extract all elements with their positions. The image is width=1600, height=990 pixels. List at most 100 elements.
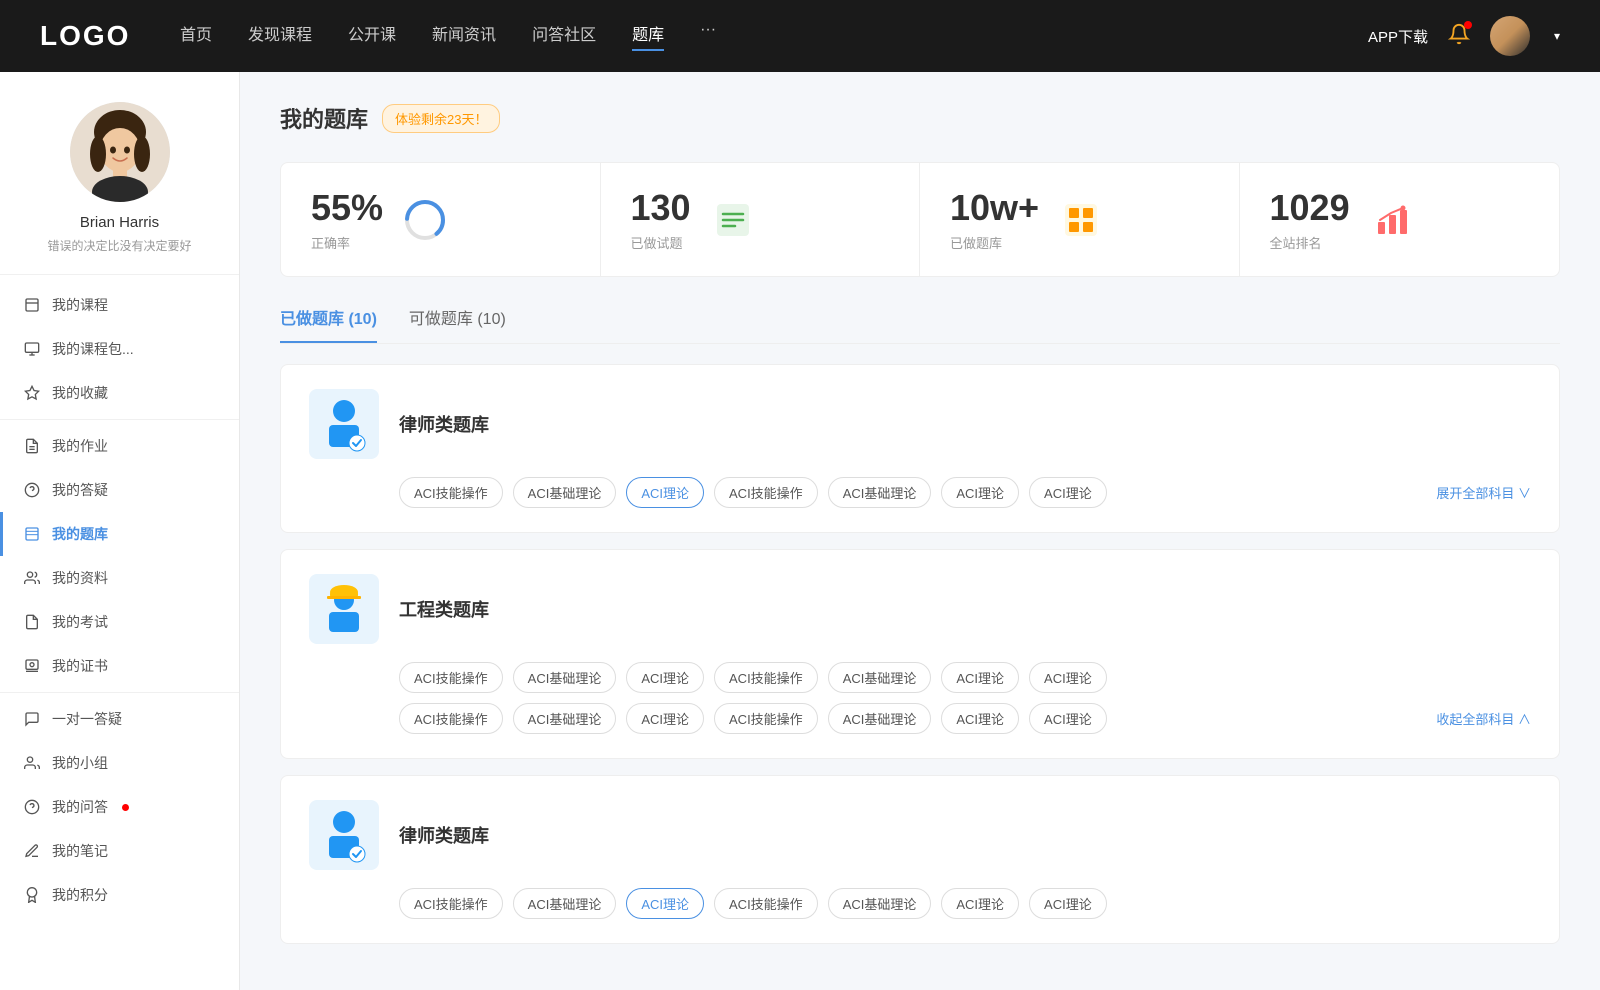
- sidebar-label-group: 我的小组: [52, 753, 108, 773]
- stat-questions-value: 130: [631, 187, 691, 229]
- tag-1-2[interactable]: ACI理论: [626, 662, 704, 693]
- nav-qbank[interactable]: 题库: [632, 21, 664, 51]
- stat-questions-icon: [711, 198, 755, 242]
- tab-done[interactable]: 已做题库 (10): [280, 305, 377, 343]
- navbar: LOGO 首页 发现课程 公开课 新闻资讯 问答社区 题库 ··· APP下载 …: [0, 0, 1600, 72]
- tag-0-2[interactable]: ACI理论: [626, 477, 704, 508]
- tag-1-6[interactable]: ACI理论: [1029, 662, 1107, 693]
- tag-1-r2-1[interactable]: ACI基础理论: [513, 703, 617, 734]
- tag-1-r2-6[interactable]: ACI理论: [1029, 703, 1107, 734]
- nav-courses[interactable]: 发现课程: [248, 21, 312, 51]
- sidebar-item-notes[interactable]: 我的笔记: [0, 829, 239, 873]
- sidebar-item-group[interactable]: 我的小组: [0, 741, 239, 785]
- tag-0-6[interactable]: ACI理论: [1029, 477, 1107, 508]
- nav-home[interactable]: 首页: [180, 21, 212, 51]
- sidebar-item-1on1[interactable]: 一对一答疑: [0, 697, 239, 741]
- favorites-icon: [24, 385, 40, 401]
- sidebar-label-certificate: 我的证书: [52, 656, 108, 676]
- sidebar-item-exam[interactable]: 我的考试: [0, 600, 239, 644]
- stat-banks-left: 10w+ 已做题库: [950, 187, 1039, 252]
- tabs: 已做题库 (10) 可做题库 (10): [280, 305, 1560, 344]
- nav-more[interactable]: ···: [700, 21, 716, 51]
- stat-accuracy-value: 55%: [311, 187, 383, 229]
- qa-icon: [24, 482, 40, 498]
- avatar[interactable]: [1490, 16, 1530, 56]
- qbank-icon-0: [309, 389, 379, 459]
- sidebar-label-qa: 我的答疑: [52, 480, 108, 500]
- tag-2-2[interactable]: ACI理论: [626, 888, 704, 919]
- tag-1-r2-5[interactable]: ACI理论: [941, 703, 1019, 734]
- stat-banks: 10w+ 已做题库: [920, 163, 1240, 276]
- sidebar-label-exam: 我的考试: [52, 612, 108, 632]
- nav-news[interactable]: 新闻资讯: [432, 21, 496, 51]
- sidebar-item-certificate[interactable]: 我的证书: [0, 644, 239, 688]
- stat-rank-left: 1029 全站排名: [1270, 187, 1350, 252]
- sidebar-item-points[interactable]: 我的积分: [0, 873, 239, 917]
- certificate-icon: [24, 658, 40, 674]
- qbank-header-1: 工程类题库: [309, 574, 1531, 644]
- user-dropdown-chevron[interactable]: ▾: [1554, 29, 1560, 43]
- tag-1-0[interactable]: ACI技能操作: [399, 662, 503, 693]
- tag-2-3[interactable]: ACI技能操作: [714, 888, 818, 919]
- stat-questions-left: 130 已做试题: [631, 187, 691, 252]
- 1on1-icon: [24, 711, 40, 727]
- tag-1-r2-0[interactable]: ACI技能操作: [399, 703, 503, 734]
- tag-1-r2-3[interactable]: ACI技能操作: [714, 703, 818, 734]
- sidebar-item-my-qa[interactable]: 我的问答: [0, 785, 239, 829]
- sidebar-item-qa[interactable]: 我的答疑: [0, 468, 239, 512]
- nav-qa[interactable]: 问答社区: [532, 21, 596, 51]
- tag-0-5[interactable]: ACI理论: [941, 477, 1019, 508]
- qbank-icon-1: [309, 574, 379, 644]
- courses-icon: [24, 297, 40, 313]
- sidebar: Brian Harris 错误的决定比没有决定要好 我的课程 我的课程包...: [0, 72, 240, 990]
- tag-1-r2-4[interactable]: ACI基础理论: [828, 703, 932, 734]
- stat-banks-label: 已做题库: [950, 233, 1039, 252]
- course-package-icon: [24, 341, 40, 357]
- sidebar-item-favorites[interactable]: 我的收藏: [0, 371, 239, 415]
- tag-0-0[interactable]: ACI技能操作: [399, 477, 503, 508]
- sidebar-item-profile[interactable]: 我的资料: [0, 556, 239, 600]
- tag-2-5[interactable]: ACI理论: [941, 888, 1019, 919]
- qbank-card-1: 工程类题库 ACI技能操作 ACI基础理论 ACI理论 ACI技能操作 ACI基…: [280, 549, 1560, 759]
- tag-2-1[interactable]: ACI基础理论: [513, 888, 617, 919]
- profile-motto: 错误的决定比没有决定要好: [20, 237, 219, 254]
- notification-bell[interactable]: [1448, 23, 1470, 49]
- logo: LOGO: [40, 20, 140, 52]
- tag-2-0[interactable]: ACI技能操作: [399, 888, 503, 919]
- sidebar-item-course-package[interactable]: 我的课程包...: [0, 327, 239, 371]
- tag-0-4[interactable]: ACI基础理论: [828, 477, 932, 508]
- navbar-right: APP下载 ▾: [1368, 16, 1560, 56]
- collapse-link-1[interactable]: 收起全部科目 ∧: [1436, 709, 1531, 728]
- qbank-title-2: 律师类题库: [399, 822, 489, 848]
- tag-1-3[interactable]: ACI技能操作: [714, 662, 818, 693]
- tab-available[interactable]: 可做题库 (10): [409, 305, 506, 343]
- sidebar-item-qbank[interactable]: 我的题库: [0, 512, 239, 556]
- tag-1-5[interactable]: ACI理论: [941, 662, 1019, 693]
- page-header: 我的题库 体验剩余23天！: [280, 102, 1560, 134]
- qbank-title-1: 工程类题库: [399, 596, 489, 622]
- sidebar-label-profile: 我的资料: [52, 568, 108, 588]
- tag-0-1[interactable]: ACI基础理论: [513, 477, 617, 508]
- sidebar-label-notes: 我的笔记: [52, 841, 108, 861]
- nav-links: 首页 发现课程 公开课 新闻资讯 问答社区 题库 ···: [180, 21, 1328, 51]
- sidebar-item-my-courses[interactable]: 我的课程: [0, 283, 239, 327]
- page-body: Brian Harris 错误的决定比没有决定要好 我的课程 我的课程包...: [0, 72, 1600, 990]
- profile-avatar-svg: [70, 102, 170, 202]
- tag-1-r2-2[interactable]: ACI理论: [626, 703, 704, 734]
- nav-open-course[interactable]: 公开课: [348, 21, 396, 51]
- expand-link-0[interactable]: 展开全部科目 ∨: [1436, 483, 1531, 502]
- stat-rank: 1029 全站排名: [1240, 163, 1560, 276]
- my-qa-icon: [24, 799, 40, 815]
- tag-2-6[interactable]: ACI理论: [1029, 888, 1107, 919]
- tag-0-3[interactable]: ACI技能操作: [714, 477, 818, 508]
- tag-1-1[interactable]: ACI基础理论: [513, 662, 617, 693]
- profile-avatar: [70, 102, 170, 202]
- tag-2-4[interactable]: ACI基础理论: [828, 888, 932, 919]
- sidebar-label-my-qa: 我的问答: [52, 797, 108, 817]
- app-download-button[interactable]: APP下载: [1368, 26, 1428, 47]
- tag-1-4[interactable]: ACI基础理论: [828, 662, 932, 693]
- notes-icon: [24, 843, 40, 859]
- sidebar-item-homework[interactable]: 我的作业: [0, 424, 239, 468]
- stats-row: 55% 正确率 130 已做试题: [280, 162, 1560, 277]
- trial-badge: 体验剩余23天！: [382, 104, 500, 133]
